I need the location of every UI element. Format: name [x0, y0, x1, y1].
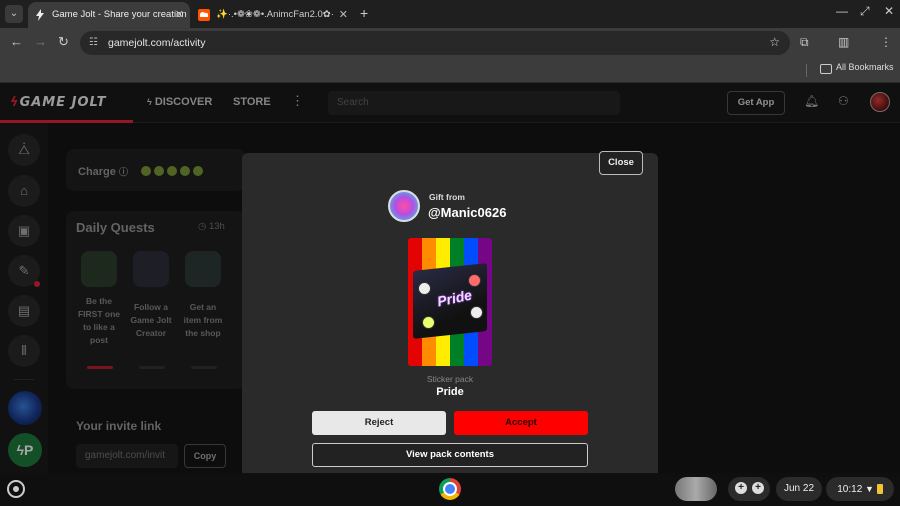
accept-button[interactable]: Accept — [454, 411, 588, 435]
heart-sticker-icon — [468, 274, 481, 287]
site-info-icon[interactable]: ☷ — [89, 37, 101, 49]
os-shelf: + + Jun 22 10:12 ▼ — [0, 473, 900, 506]
tab-search-button[interactable]: ⌄ — [5, 5, 23, 23]
bookmarks-divider — [806, 64, 807, 77]
close-icon[interactable]: ✕ — [175, 2, 184, 28]
all-bookmarks-link[interactable]: All Bookmarks — [836, 62, 894, 72]
extensions-icon[interactable]: ⧉ — [800, 35, 809, 50]
bookmark-star-icon[interactable]: ☆ — [769, 35, 780, 49]
sender-username[interactable]: @Manic0626 — [428, 205, 506, 220]
side-panel-icon[interactable]: ▥ — [838, 35, 849, 49]
soundcloud-favicon-icon — [198, 9, 210, 21]
holding-space-thumbnail[interactable] — [675, 477, 717, 501]
date-tray[interactable]: Jun 22 — [776, 477, 822, 501]
tab-soundcloud[interactable]: ✨·.•❁❀❁•.AnimcFan2.0✿· ✕ — [192, 2, 354, 28]
view-pack-contents-button[interactable]: View pack contents — [312, 443, 588, 467]
maximize-icon[interactable]: ⤢ — [860, 4, 870, 19]
reject-button[interactable]: Reject — [312, 411, 446, 435]
gamejolt-favicon-icon — [36, 9, 44, 21]
clock-text: 10:12 — [837, 484, 863, 495]
gift-modal: Close Gift from @Manic0626 Pride Sticker… — [242, 151, 658, 473]
launcher-icon[interactable] — [7, 480, 25, 498]
window-close-icon[interactable]: ✕ — [884, 4, 894, 18]
folder-icon[interactable] — [820, 64, 832, 74]
close-icon[interactable]: ✕ — [339, 2, 348, 28]
wifi-icon: ▼ — [865, 484, 874, 494]
sticker-icon — [418, 282, 431, 295]
sticker-pack-image: Pride — [408, 238, 492, 366]
tab-gamejolt[interactable]: Game Jolt - Share your creation ✕ — [28, 2, 190, 28]
chrome-app-icon[interactable] — [439, 478, 461, 500]
back-icon[interactable]: ← — [10, 34, 23, 49]
battery-icon — [876, 484, 883, 495]
browser-toolbar: ← → ↻ ☷ gamejolt.com/activity ☆ ⧉ ▥ ⋮ — [0, 28, 900, 58]
add-circle-icon[interactable]: + — [735, 482, 747, 494]
reload-icon[interactable]: ↻ — [58, 34, 69, 50]
browser-tab-strip: ⌄ Game Jolt - Share your creation ✕ ✨·.•… — [0, 0, 900, 28]
tab-title: Game Jolt - Share your creation — [52, 9, 187, 20]
bookmarks-bar: All Bookmarks — [0, 58, 900, 83]
minimize-icon[interactable]: — — [836, 4, 848, 18]
more-menu-icon[interactable]: ⋮ — [880, 35, 892, 49]
forward-icon[interactable]: → — [34, 34, 47, 49]
url-text[interactable]: gamejolt.com/activity — [108, 31, 205, 55]
sender-avatar[interactable] — [388, 190, 420, 222]
new-tab-button[interactable]: + — [360, 5, 368, 21]
status-tray[interactable]: 10:12 ▼ — [826, 477, 894, 501]
sticker-icon — [470, 306, 483, 319]
pack-name: Pride — [436, 386, 464, 398]
sticker-icon — [422, 316, 435, 329]
address-bar[interactable]: ☷ gamejolt.com/activity ☆ — [80, 31, 790, 55]
tab-title: ✨·.•❁❀❁•.AnimcFan2.0✿· — [216, 9, 334, 20]
close-button[interactable]: Close — [599, 151, 643, 175]
gift-from-label: Gift from — [429, 192, 465, 202]
add-circle-icon[interactable]: + — [752, 482, 764, 494]
pack-type-label: Sticker pack — [426, 374, 474, 384]
